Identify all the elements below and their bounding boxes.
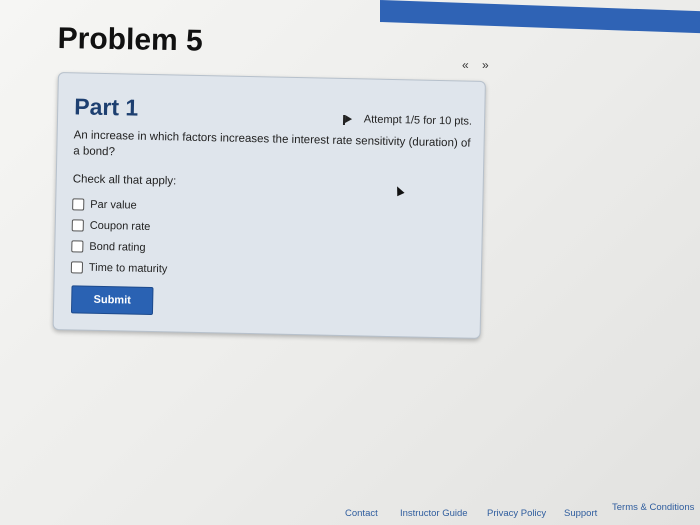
footer-links: Contact Instructor Guide Privacy Policy … (300, 502, 700, 525)
question-text: An increase in which factors increases t… (73, 129, 471, 159)
checkbox[interactable] (70, 260, 84, 274)
problem-nav: « » (462, 58, 497, 72)
previous-problem-icon[interactable]: « (462, 58, 471, 72)
footer-link-support[interactable]: Support (564, 508, 597, 519)
attempt-info: Attempt 1/5 for 10 pts. (343, 113, 473, 128)
attempt-text: Attempt 1/5 for 10 pts. (363, 113, 473, 128)
flag-icon (343, 115, 353, 123)
checkbox[interactable] (71, 239, 84, 253)
checkbox[interactable] (72, 197, 85, 211)
footer-link-privacy-policy[interactable]: Privacy Policy (487, 508, 546, 519)
option-bond-rating[interactable]: Bond rating (71, 235, 168, 258)
footer-link-instructor-guide[interactable]: Instructor Guide (400, 508, 468, 519)
next-problem-icon[interactable]: » (482, 58, 491, 72)
answer-options: Par value Coupon rate Bond rating Time t… (70, 193, 169, 279)
check-all-prompt: Check all that apply: (72, 173, 177, 188)
top-blue-bar (380, 0, 700, 34)
part-title: Part 1 (74, 93, 139, 121)
question-card: Part 1 Attempt 1/5 for 10 pts. An increa… (52, 72, 486, 339)
option-par-value[interactable]: Par value (72, 193, 169, 216)
footer-link-contact[interactable]: Contact (345, 508, 378, 519)
option-label: Coupon rate (89, 219, 151, 233)
option-label: Time to maturity (88, 261, 168, 275)
option-label: Bond rating (89, 240, 146, 254)
problem-title: Problem 5 (57, 22, 204, 58)
option-coupon-rate[interactable]: Coupon rate (71, 214, 169, 237)
checkbox[interactable] (71, 218, 84, 232)
submit-button[interactable]: Submit (70, 285, 154, 316)
option-time-to-maturity[interactable]: Time to maturity (70, 256, 168, 279)
option-label: Par value (90, 198, 137, 212)
footer-link-terms[interactable]: Terms & Conditions (612, 502, 694, 513)
